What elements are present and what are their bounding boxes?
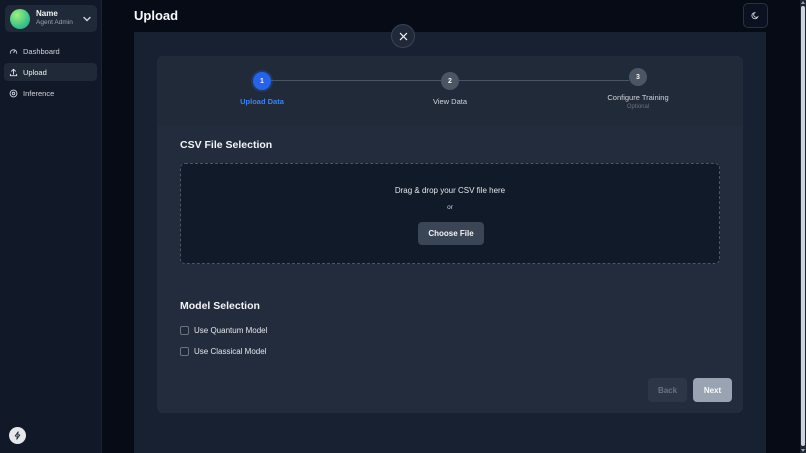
scroll-up-arrow[interactable]: [801, 1, 805, 4]
classical-model-label: Use Classical Model: [194, 347, 267, 356]
quantum-model-checkbox[interactable]: [180, 326, 189, 335]
profile-role: Agent Admin: [36, 19, 73, 27]
lightning-icon: [14, 431, 21, 440]
sidebar-item-label: Upload: [23, 67, 47, 77]
step-2-indicator[interactable]: 2: [441, 72, 459, 90]
profile-switcher[interactable]: Name Agent Admin: [5, 5, 97, 32]
upload-icon: [9, 68, 18, 76]
page-title: Upload: [134, 8, 179, 23]
moon-icon: [751, 12, 759, 20]
chevron-down-icon: [83, 16, 91, 21]
quick-action-button[interactable]: [9, 427, 26, 444]
step-3-indicator[interactable]: 3: [629, 68, 647, 86]
step-1-indicator[interactable]: 1: [253, 72, 271, 90]
step-2-label: View Data: [432, 97, 468, 106]
gauge-icon: [9, 48, 18, 54]
profile-name: Name: [36, 9, 58, 19]
back-button[interactable]: Back: [648, 378, 687, 402]
sidebar-item-upload[interactable]: Upload: [4, 63, 97, 81]
sidebar-item-inference[interactable]: Inference: [4, 84, 97, 102]
dropzone-text: Drag & drop your CSV file here: [394, 186, 506, 195]
csv-section-title: CSV File Selection: [180, 139, 273, 151]
quantum-model-label: Use Quantum Model: [194, 326, 268, 335]
inference-icon: [9, 89, 18, 97]
sidebar-nav: Dashboard Upload Inference: [4, 42, 97, 105]
avatar: [10, 8, 30, 29]
csv-dropzone[interactable]: Drag & drop your CSV file here or Choose…: [180, 163, 720, 264]
theme-toggle-button[interactable]: [743, 3, 768, 28]
dropzone-or-text: or: [447, 204, 453, 211]
upload-card: 1 Upload Data 2 View Data 3 Configure Tr…: [157, 56, 743, 413]
next-button[interactable]: Next: [693, 378, 732, 402]
sidebar-item-dashboard[interactable]: Dashboard: [4, 42, 97, 60]
model-section-title: Model Selection: [180, 300, 260, 312]
step-1-label: Upload Data: [240, 97, 284, 106]
quantum-model-option[interactable]: Use Quantum Model: [180, 326, 267, 335]
sidebar-item-label: Dashboard: [23, 46, 60, 56]
scroll-down-arrow[interactable]: [801, 449, 805, 452]
stepper: 1 Upload Data 2 View Data 3 Configure Tr…: [157, 56, 743, 126]
sidebar: Name Agent Admin Dashboard Upload Infere…: [0, 0, 102, 453]
close-button[interactable]: [391, 24, 415, 48]
classical-model-checkbox[interactable]: [180, 347, 189, 356]
top-bar: Upload: [102, 0, 800, 32]
step-connector: [459, 80, 629, 81]
classical-model-option[interactable]: Use Classical Model: [180, 347, 266, 356]
sidebar-item-label: Inference: [23, 88, 55, 98]
step-connector: [271, 80, 443, 81]
step-3-label: Configure Training: [607, 93, 669, 102]
step-3-sublabel: Optional: [626, 104, 650, 110]
close-icon: [399, 32, 407, 40]
scrollbar-thumb[interactable]: [801, 6, 805, 446]
choose-file-button[interactable]: Choose File: [418, 222, 484, 245]
scrollbar[interactable]: [800, 0, 806, 453]
